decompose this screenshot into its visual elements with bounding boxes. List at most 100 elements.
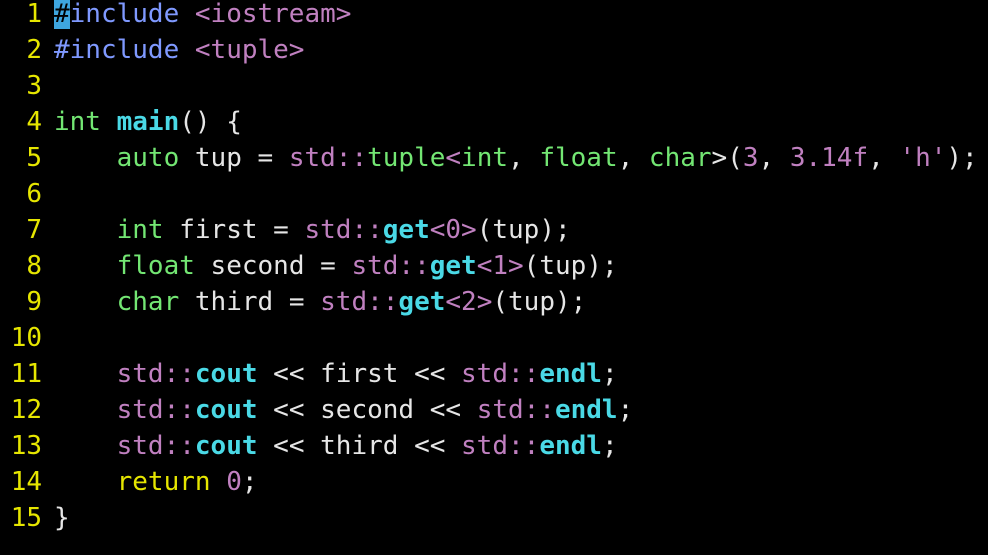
code-token: std — [116, 395, 164, 425]
code-token: > — [461, 215, 477, 245]
code-token: get — [382, 215, 430, 245]
code-token: auto — [116, 143, 180, 173]
code-token: (tup); — [523, 251, 618, 281]
code-token: < — [445, 287, 462, 317]
line-number: 1 — [26, 0, 42, 29]
code-token: cout — [194, 359, 258, 389]
code-token: std — [288, 143, 336, 173]
code-token: float — [116, 251, 195, 281]
code-token: :: — [398, 251, 430, 281]
code-line[interactable]: 9 char third = std::get<2>(tup); — [0, 284, 988, 320]
code-token: 0 — [226, 467, 242, 497]
code-token: std — [476, 395, 524, 425]
code-token: ; — [601, 359, 618, 389]
code-editor[interactable]: 1 #include <iostream> 2 #include <tuple> 3 4 i… — [0, 0, 988, 555]
code-token: ; — [241, 467, 258, 497]
line-text: int main() { — [54, 104, 242, 140]
line-number: 10 — [10, 323, 42, 353]
line-number: 12 — [10, 395, 42, 425]
code-token: tuple — [367, 143, 446, 173]
line-text: std::cout << first << std::endl; — [54, 356, 618, 392]
code-token: char — [116, 287, 180, 317]
code-token: :: — [367, 287, 399, 317]
line-text: float second = std::get<1>(tup); — [54, 248, 618, 284]
line-text: std::cout << second << std::endl; — [54, 392, 634, 428]
code-line[interactable]: 3 — [0, 68, 988, 104]
code-token: std — [116, 359, 164, 389]
code-line[interactable]: 11 std::cout << first << std::endl; — [0, 356, 988, 392]
code-token: > — [476, 287, 493, 317]
line-number: 14 — [10, 467, 42, 497]
code-token: 0 — [445, 215, 462, 245]
code-token: << first << — [257, 359, 462, 389]
code-token: <tuple> — [194, 35, 305, 65]
code-token: :: — [163, 431, 195, 461]
code-token: :: — [335, 143, 368, 173]
code-token: :: — [163, 395, 195, 425]
line-number: 7 — [26, 215, 42, 245]
code-line[interactable]: 7 int first = std::get<0>(tup); — [0, 212, 988, 248]
code-area[interactable]: 1 #include <iostream> 2 #include <tuple> 3 4 i… — [0, 0, 988, 536]
code-line[interactable]: 8 float second = std::get<1>(tup); — [0, 248, 988, 284]
code-token: :: — [163, 359, 195, 389]
code-token: < — [429, 215, 446, 245]
line-text: char third = std::get<2>(tup); — [54, 284, 587, 320]
code-token: () { — [179, 107, 242, 137]
code-token: return — [116, 467, 211, 497]
code-token: } — [54, 503, 70, 533]
line-text: auto tup = std::tuple<int, float, char>(… — [54, 140, 978, 176]
code-line[interactable]: 13 std::cout << third << std::endl; — [0, 428, 988, 464]
line-number: 11 — [10, 359, 42, 389]
code-line[interactable]: 10 — [0, 320, 988, 356]
code-token: float — [539, 143, 618, 173]
code-line[interactable]: 6 — [0, 176, 988, 212]
code-token: (tup); — [492, 287, 587, 317]
code-token: 2 — [461, 287, 477, 317]
code-token: std — [461, 431, 508, 461]
code-token: 3 — [742, 143, 759, 173]
code-token: >( — [711, 143, 743, 173]
code-token: #include — [54, 35, 180, 65]
code-line[interactable]: 5 auto tup = std::tuple<int, float, char… — [0, 140, 988, 176]
code-token: std — [320, 287, 368, 317]
code-token: << third << — [257, 431, 462, 461]
code-token: , — [508, 143, 540, 173]
line-number: 8 — [26, 251, 42, 281]
line-text: #include <iostream> — [54, 0, 351, 32]
line-number: 5 — [26, 143, 42, 173]
line-number: 13 — [10, 431, 42, 461]
code-token: endl — [539, 431, 602, 461]
code-token: include — [69, 0, 180, 29]
code-line[interactable]: 12 std::cout << second << std::endl; — [0, 392, 988, 428]
code-token: std — [116, 431, 164, 461]
code-token: 'h' — [899, 143, 947, 173]
code-token: < — [476, 251, 493, 281]
line-number: 2 — [26, 35, 42, 65]
code-token: first = — [163, 215, 305, 245]
code-token: , — [617, 143, 649, 173]
code-token: ); — [946, 143, 978, 173]
code-token: (tup); — [476, 215, 571, 245]
code-token: endl — [539, 359, 602, 389]
code-line[interactable]: 4 int main() { — [0, 104, 988, 140]
code-line[interactable]: 2 #include <tuple> — [0, 32, 988, 68]
code-token: cout — [194, 431, 258, 461]
line-number: 6 — [26, 179, 42, 209]
code-token: cout — [194, 395, 258, 425]
code-line[interactable]: 14 return 0; — [0, 464, 988, 500]
code-line[interactable]: 15} — [0, 500, 988, 536]
code-line[interactable]: 1 #include <iostream> — [0, 0, 988, 32]
code-token: std — [351, 251, 399, 281]
code-token: <iostream> — [194, 0, 352, 29]
code-token: get — [429, 251, 477, 281]
line-number: 4 — [26, 107, 42, 137]
code-token: third = — [179, 287, 321, 317]
